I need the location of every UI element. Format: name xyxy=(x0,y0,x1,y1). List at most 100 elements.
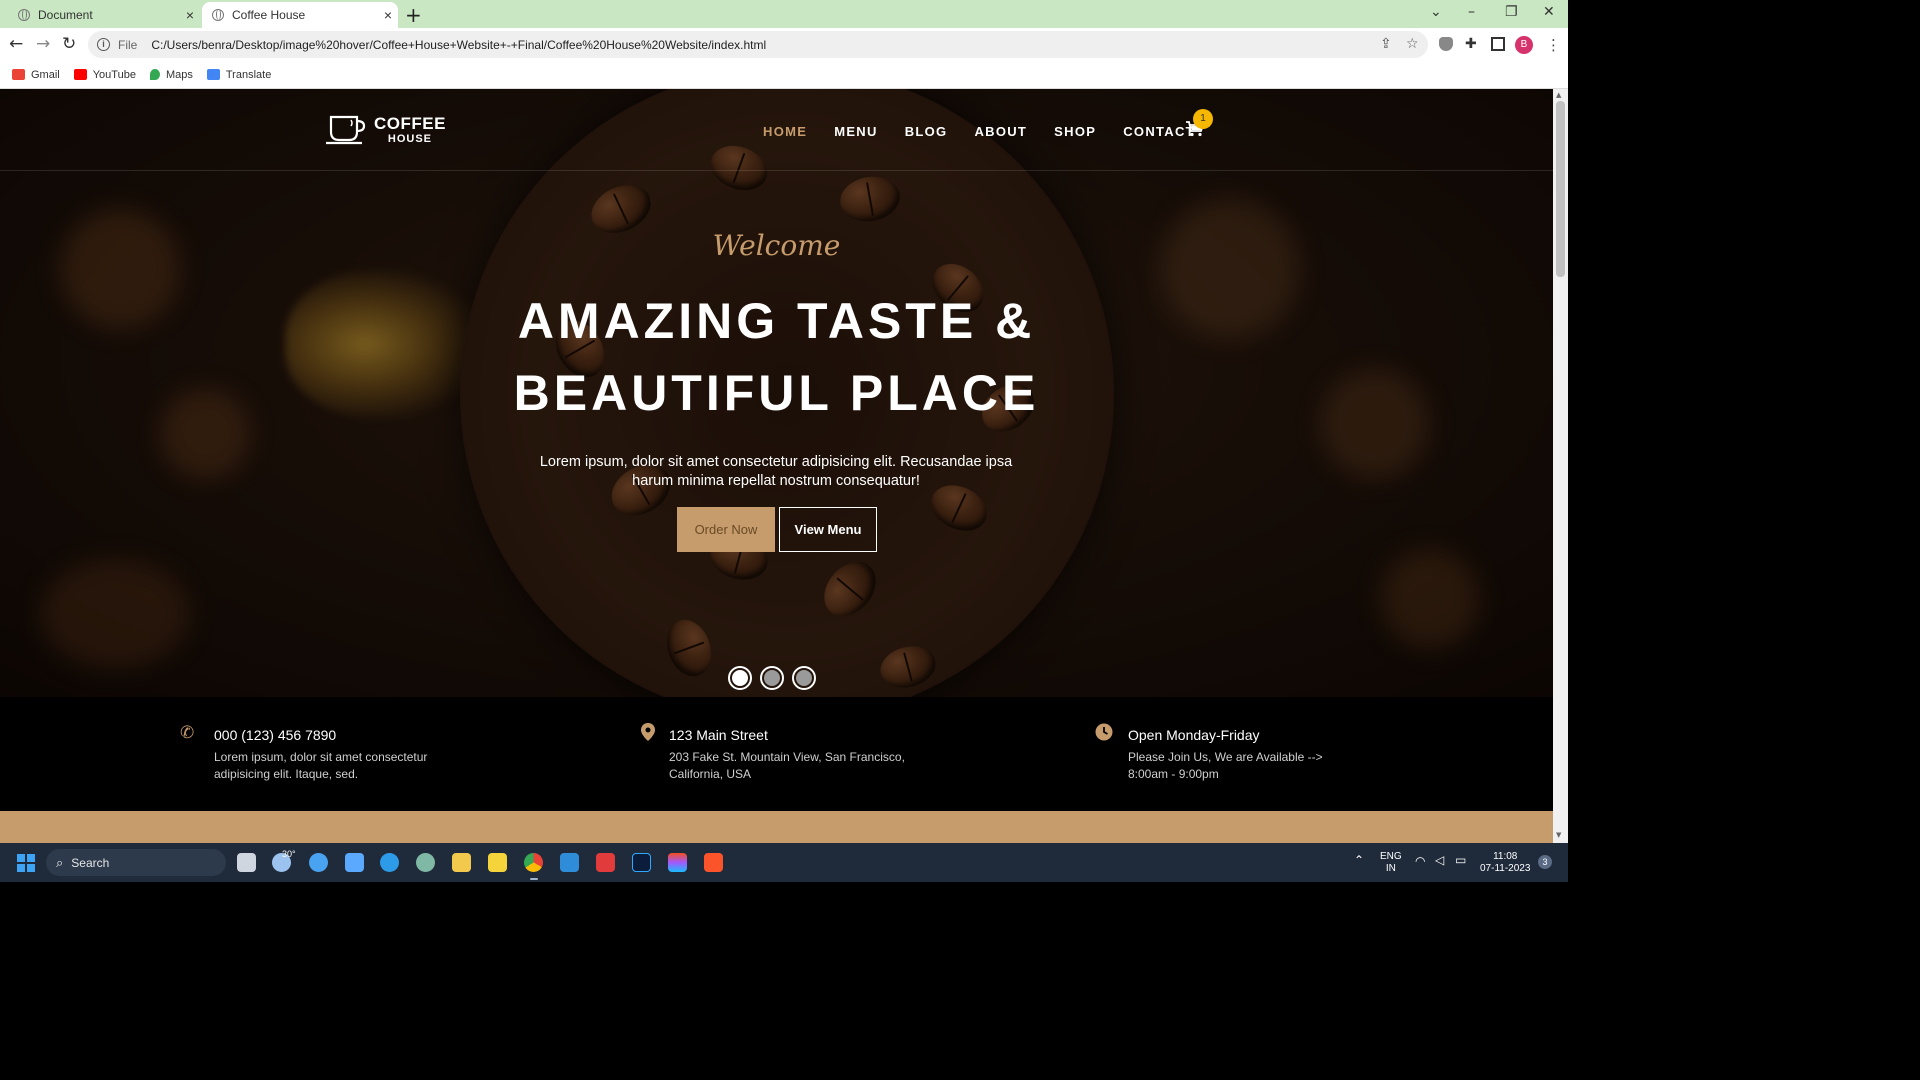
scroll-down-icon[interactable]: ▼ xyxy=(1556,831,1561,839)
brave-icon[interactable] xyxy=(704,853,723,872)
minimize-button[interactable]: – xyxy=(1468,4,1475,20)
hero-headline: AMAZING TASTE & BEAUTIFUL PLACE xyxy=(0,285,1553,429)
hero-lead: Lorem ipsum, dolor sit amet consectetur … xyxy=(539,454,1013,489)
logo-line1: COFFEE xyxy=(374,114,446,133)
maps-icon xyxy=(149,69,160,80)
photoshop-icon[interactable] xyxy=(632,853,651,872)
notification-badge[interactable]: 3 xyxy=(1538,855,1552,869)
bookmark-label: Maps xyxy=(165,68,193,81)
close-icon[interactable]: × xyxy=(378,7,398,23)
volume-icon[interactable]: ◁ xyxy=(1435,854,1444,866)
info-text: Please Join Us, We are Available --> 8:0… xyxy=(1128,750,1323,781)
logo-line2: HOUSE xyxy=(387,133,433,145)
todo-icon[interactable] xyxy=(488,853,507,872)
clock[interactable]: 11:08 07-11-2023 xyxy=(1480,851,1530,875)
scroll-up-icon[interactable]: ▲ xyxy=(1556,91,1561,99)
clock-date: 07-11-2023 xyxy=(1480,863,1531,874)
bookmark-label: Translate xyxy=(225,68,272,81)
sublime-icon[interactable] xyxy=(596,853,615,872)
back-button[interactable]: ← xyxy=(9,34,23,54)
share-icon[interactable]: ⇪ xyxy=(1380,36,1392,52)
scrollbar-thumb[interactable] xyxy=(1556,101,1565,277)
bookmarks-bar: Gmail YouTube Maps Translate xyxy=(0,61,1568,89)
url-scheme: File xyxy=(118,37,138,52)
chrome-icon[interactable] xyxy=(524,853,543,872)
close-icon[interactable]: × xyxy=(180,7,200,23)
weather-temp: 30° xyxy=(282,849,296,859)
page-viewport: COFFEE HOUSE HOME MENU BLOG ABOUT SHOP C… xyxy=(0,89,1553,843)
battery-icon[interactable]: ▭ xyxy=(1455,854,1466,866)
chatgpt-icon[interactable] xyxy=(416,853,435,872)
clock-time: 11:08 xyxy=(1493,851,1518,862)
cart-count-badge: 1 xyxy=(1193,109,1213,129)
menu-kebab-icon[interactable]: ⋮ xyxy=(1546,36,1561,54)
reload-button[interactable]: ↻ xyxy=(62,34,76,54)
bookmark-gmail[interactable]: Gmail xyxy=(12,69,60,81)
hero-section: COFFEE HOUSE HOME MENU BLOG ABOUT SHOP C… xyxy=(0,89,1553,697)
info-text: Lorem ipsum, dolor sit amet consectetur … xyxy=(214,750,428,781)
info-title: 123 Main Street xyxy=(669,727,768,743)
coffee-cup-icon xyxy=(326,115,366,145)
tab-document[interactable]: Document × xyxy=(8,2,200,28)
new-tab-button[interactable]: + xyxy=(405,3,422,27)
browser-toolbar: ← → ↻ i File C:/Users/benra/Desktop/imag… xyxy=(0,28,1568,61)
slider-dots xyxy=(728,666,824,690)
bookmark-label: YouTube xyxy=(92,68,136,81)
region-code: IN xyxy=(1385,863,1396,874)
address-bar[interactable]: i File C:/Users/benra/Desktop/image%20ho… xyxy=(88,31,1428,58)
help-icon[interactable] xyxy=(309,853,328,872)
globe-icon xyxy=(212,9,224,21)
start-button[interactable] xyxy=(17,854,35,872)
slider-dot-2[interactable] xyxy=(760,666,784,690)
headline-line1: AMAZING TASTE & xyxy=(517,293,1036,349)
nav-blog[interactable]: BLOG xyxy=(905,124,948,139)
slider-dot-1[interactable] xyxy=(728,666,752,690)
info-icon[interactable]: i xyxy=(97,38,110,51)
tray-overflow-icon[interactable]: ⌃ xyxy=(1354,854,1364,866)
edge-icon[interactable] xyxy=(380,853,399,872)
tab-strip: Document × Coffee House × + ⌄ – ❐ ✕ xyxy=(0,0,1568,28)
slider-dot-3[interactable] xyxy=(792,666,816,690)
url-text[interactable]: C:/Users/benra/Desktop/image%20hover/Cof… xyxy=(151,38,766,52)
bookmark-star-icon[interactable]: ☆ xyxy=(1406,36,1419,52)
order-now-button[interactable]: Order Now xyxy=(677,507,775,552)
view-menu-button[interactable]: View Menu xyxy=(779,507,877,552)
hero-welcome: Welcome xyxy=(712,229,841,262)
site-logo[interactable]: COFFEE HOUSE xyxy=(324,113,446,147)
tab-search-icon[interactable]: ⌄ xyxy=(1430,4,1442,20)
close-window-button[interactable]: ✕ xyxy=(1543,4,1555,20)
bookmark-youtube[interactable]: YouTube xyxy=(73,68,136,81)
page-scrollbar[interactable]: ▲ ▼ xyxy=(1553,89,1568,843)
extension-bug-icon[interactable] xyxy=(1439,37,1453,51)
headline-line2: BEAUTIFUL PLACE xyxy=(513,365,1040,421)
task-view-icon[interactable] xyxy=(237,853,256,872)
vscode-icon[interactable] xyxy=(560,853,579,872)
file-explorer-icon[interactable] xyxy=(452,853,471,872)
tab-label: Document xyxy=(38,8,93,22)
bookmark-maps[interactable]: Maps xyxy=(149,68,193,81)
nav-contact[interactable]: CONTACT xyxy=(1123,124,1195,139)
clock-icon xyxy=(1095,723,1113,741)
taskbar-search[interactable]: ⌕ Search xyxy=(46,849,226,876)
forward-button[interactable]: → xyxy=(36,34,50,54)
tab-coffee-house[interactable]: Coffee House × xyxy=(202,2,398,28)
language-indicator[interactable]: ENG IN xyxy=(1380,851,1402,875)
nav-shop[interactable]: SHOP xyxy=(1054,124,1096,139)
nav-menu[interactable]: MENU xyxy=(834,124,877,139)
extensions-puzzle-icon[interactable]: ✚ xyxy=(1465,36,1477,52)
translate-icon xyxy=(206,69,220,80)
restore-button[interactable]: ❐ xyxy=(1505,4,1518,20)
phone-icon: ✆ xyxy=(180,723,195,743)
notepad-icon[interactable] xyxy=(345,853,364,872)
profile-avatar[interactable]: B xyxy=(1515,36,1533,54)
info-title: Open Monday-Friday xyxy=(1128,727,1260,743)
figma-icon[interactable] xyxy=(668,853,687,872)
info-title: 000 (123) 456 7890 xyxy=(214,727,337,743)
bookmark-translate[interactable]: Translate xyxy=(206,68,272,81)
wifi-icon[interactable]: ◠ xyxy=(1415,855,1425,867)
info-text: 203 Fake St. Mountain View, San Francisc… xyxy=(669,750,905,781)
side-panel-icon[interactable] xyxy=(1491,37,1505,51)
nav-about[interactable]: ABOUT xyxy=(974,124,1027,139)
tab-label: Coffee House xyxy=(232,8,306,22)
nav-home[interactable]: HOME xyxy=(763,124,807,139)
